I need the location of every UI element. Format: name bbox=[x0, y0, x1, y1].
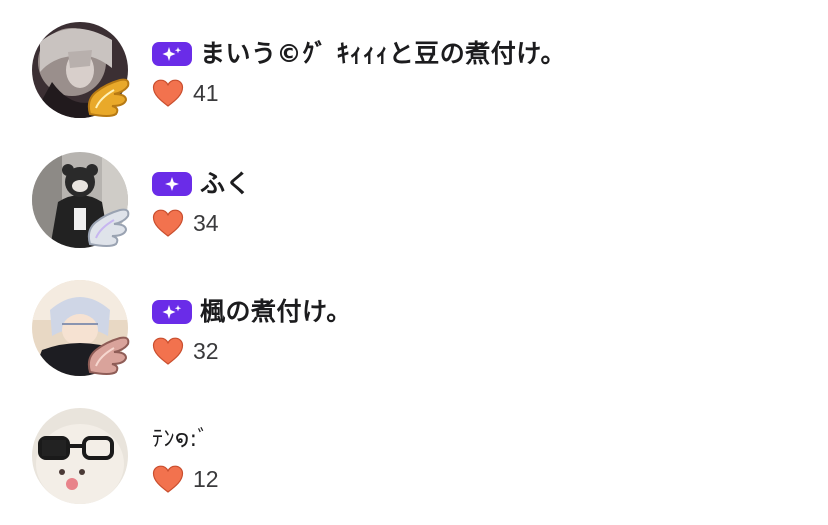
avatar-container[interactable] bbox=[32, 152, 130, 250]
user-name[interactable]: ﾃﾝ໑:ﾞ bbox=[152, 424, 209, 456]
avatar[interactable] bbox=[32, 408, 128, 504]
heart-icon[interactable] bbox=[152, 209, 184, 237]
like-count: 32 bbox=[193, 338, 219, 364]
avatar-container[interactable] bbox=[32, 280, 130, 378]
user-name[interactable]: ふく bbox=[200, 168, 251, 200]
wing-frame-icon bbox=[84, 328, 134, 378]
wing-frame-icon bbox=[84, 200, 134, 250]
like-count: 41 bbox=[193, 80, 219, 106]
heart-icon[interactable] bbox=[152, 337, 184, 365]
sparkle-icon bbox=[165, 177, 179, 191]
user-name[interactable]: 楓の煮付け。 bbox=[200, 296, 352, 328]
heart-icon[interactable] bbox=[152, 465, 184, 493]
premium-badge bbox=[152, 172, 192, 196]
user-name[interactable]: まいう©ｸﾞ ｷｨｨｨと豆の煮付け。 bbox=[200, 38, 566, 70]
heart-icon[interactable] bbox=[152, 79, 184, 107]
liked-users-list: まいう©ｸﾞ ｷｨｨｨと豆の煮付け。 41 ふく 34 楓の煮付け。 32 ﾃﾝ… bbox=[0, 0, 828, 525]
like-count: 12 bbox=[193, 466, 219, 492]
sparkle-icon bbox=[162, 305, 182, 319]
like-count: 34 bbox=[193, 210, 219, 236]
wing-frame-icon bbox=[84, 70, 134, 120]
user-row[interactable]: ふく 34 bbox=[0, 130, 828, 257]
user-row[interactable]: 楓の煮付け。 32 bbox=[0, 258, 828, 385]
sparkle-icon bbox=[162, 47, 182, 61]
user-row[interactable]: ﾃﾝ໑:ﾞ 12 bbox=[0, 386, 828, 513]
premium-badge bbox=[152, 42, 192, 66]
premium-badge bbox=[152, 300, 192, 324]
avatar-container[interactable] bbox=[32, 22, 130, 120]
user-row[interactable]: まいう©ｸﾞ ｷｨｨｨと豆の煮付け。 41 bbox=[0, 0, 828, 127]
avatar-container[interactable] bbox=[32, 408, 130, 506]
